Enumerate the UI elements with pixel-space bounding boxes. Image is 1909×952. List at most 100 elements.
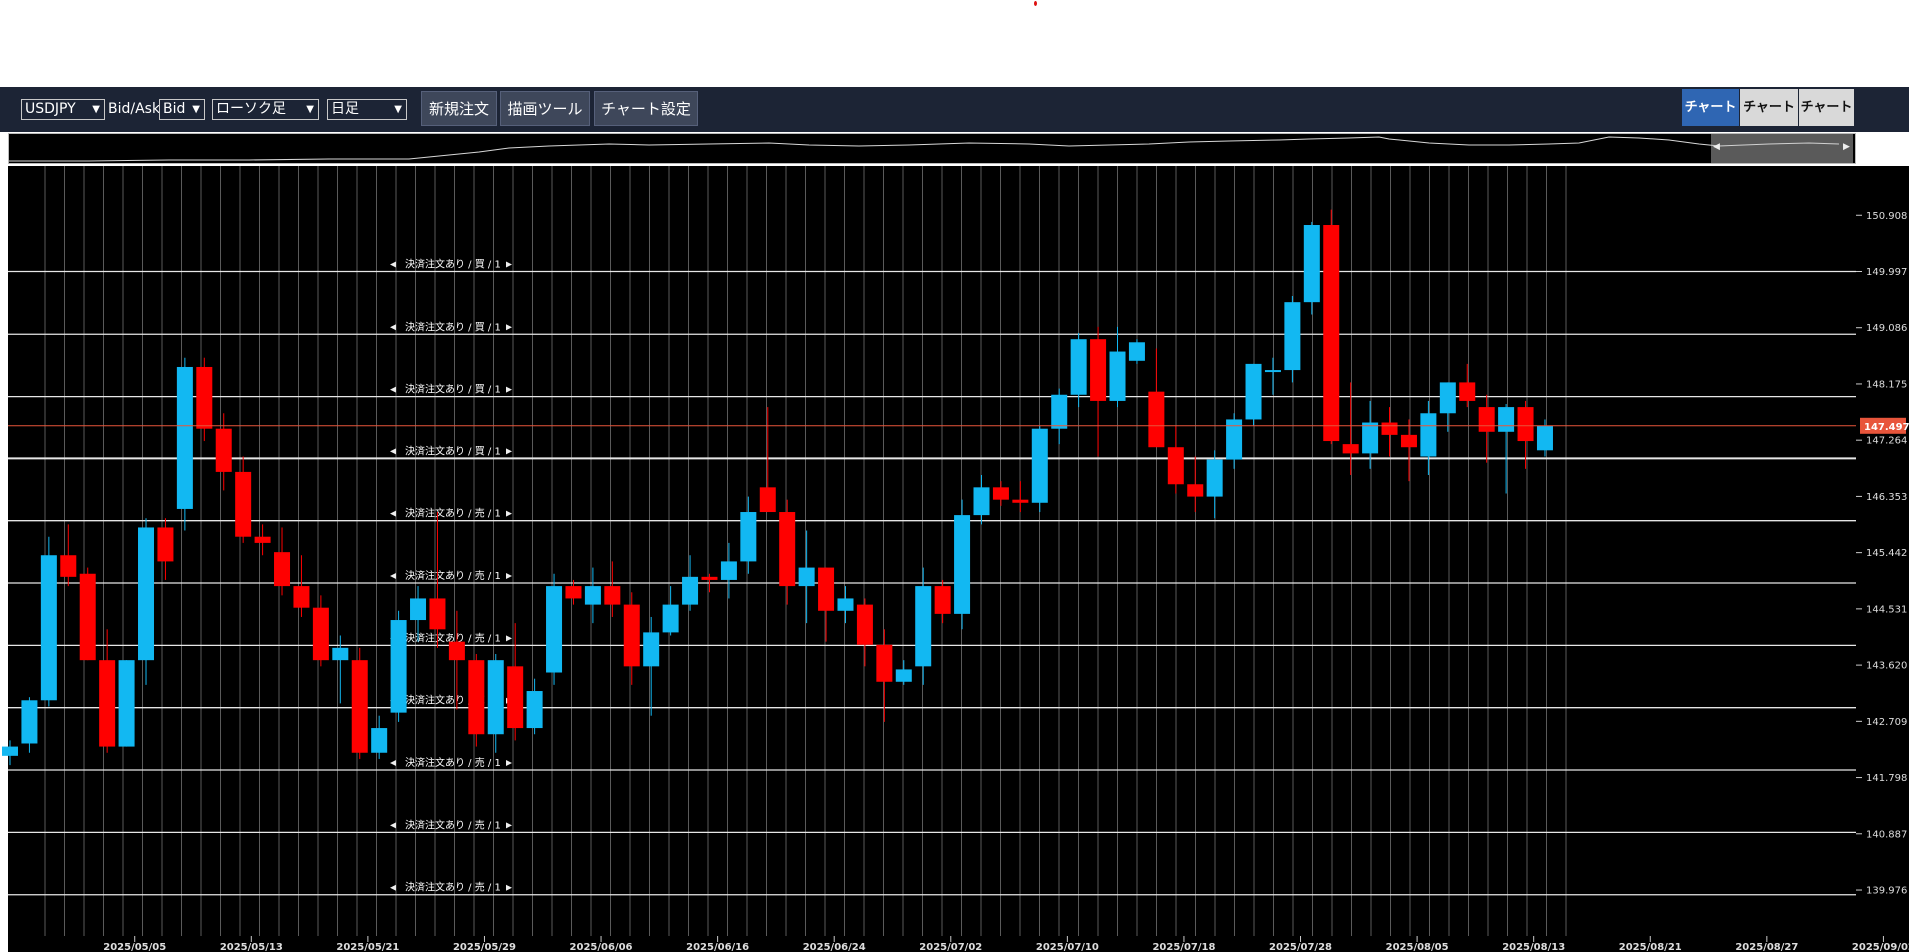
candle-up[interactable] [895, 669, 912, 682]
candle-up[interactable] [915, 586, 932, 667]
candle-down[interactable] [79, 573, 96, 661]
candle-down[interactable] [1187, 484, 1204, 497]
candle-down[interactable] [157, 527, 174, 562]
candle-up[interactable] [138, 527, 155, 661]
candle-up[interactable] [1362, 422, 1379, 454]
candle-down[interactable] [934, 586, 951, 614]
candle-down[interactable] [1323, 225, 1340, 442]
candle-up[interactable] [1284, 302, 1301, 371]
candle-up[interactable] [2, 746, 18, 756]
candle-down[interactable] [196, 366, 213, 429]
candle-down[interactable] [468, 660, 485, 735]
candle-down[interactable] [274, 552, 291, 587]
drawing-tools-button[interactable]: 描画ツール [500, 91, 590, 126]
price-tick-label: 147.264 [1866, 436, 1907, 447]
candle-up[interactable] [662, 604, 679, 633]
candle-up[interactable] [837, 598, 854, 611]
candle-down[interactable] [992, 487, 1009, 500]
tab-chart2[interactable]: チャート2 [1740, 89, 1798, 152]
candle-up[interactable] [40, 555, 57, 701]
candle-up[interactable] [720, 561, 737, 580]
candle-up[interactable] [1420, 413, 1437, 457]
candle-down[interactable] [254, 536, 271, 543]
candle-up[interactable] [1051, 394, 1068, 429]
bidask-select[interactable]: Bid ▼ [159, 99, 205, 120]
candle-down[interactable] [1478, 407, 1495, 432]
candle-down[interactable] [215, 428, 232, 472]
overview-navigator[interactable]: ◀ ▶ [8, 133, 1856, 164]
candle-up[interactable] [176, 366, 193, 509]
timeframe-select[interactable]: 日足 ▼ [327, 99, 407, 120]
candle-up[interactable] [1070, 339, 1087, 395]
candle-up[interactable] [584, 586, 601, 605]
candle-down[interactable] [60, 555, 77, 577]
chart-type-select[interactable]: ローソク足 ▼ [212, 99, 319, 120]
candle-up[interactable] [1439, 382, 1456, 414]
candle-up[interactable] [526, 691, 543, 729]
candle-down[interactable] [1167, 447, 1184, 485]
candle-down[interactable] [818, 567, 835, 611]
candle-down[interactable] [1459, 382, 1476, 401]
candle-down[interactable] [429, 598, 446, 630]
candle-down[interactable] [1342, 444, 1359, 454]
current-price-label: 147.497 [1864, 422, 1909, 433]
chart-settings-button[interactable]: チャート設定 [594, 91, 698, 126]
candle-up[interactable] [390, 620, 407, 713]
overview-left-arrow-icon[interactable]: ◀ [1713, 142, 1720, 152]
candle-up[interactable] [487, 660, 504, 735]
candle-down[interactable] [312, 607, 329, 661]
candle-up[interactable] [740, 512, 757, 562]
overview-range-handle[interactable] [1711, 134, 1853, 163]
candle-up[interactable] [682, 576, 699, 605]
new-order-button[interactable]: 新規注文 [421, 91, 497, 126]
candle-up[interactable] [1109, 351, 1126, 401]
candle-up[interactable] [798, 567, 815, 587]
candle-up[interactable] [371, 728, 388, 753]
candle-down[interactable] [351, 660, 368, 753]
candle-up[interactable] [118, 660, 135, 747]
overview-right-arrow-icon[interactable]: ▶ [1843, 142, 1850, 152]
candle-up[interactable] [1498, 407, 1515, 432]
candle-down[interactable] [1090, 339, 1107, 401]
candle-down[interactable] [235, 471, 252, 537]
order-line-label: 決済注文あり / 売 / 1 [405, 756, 501, 769]
order-line-label: 決済注文あり / 買 / 1 [405, 444, 501, 457]
candle-down[interactable] [604, 586, 621, 605]
date-tick-label: 2025/05/21 [336, 942, 399, 952]
candle-up[interactable] [1303, 225, 1320, 303]
candle-down[interactable] [448, 641, 465, 661]
candle-down[interactable] [99, 660, 116, 747]
candle-down[interactable] [565, 586, 582, 599]
candle-up[interactable] [332, 647, 349, 661]
candle-down[interactable] [779, 512, 796, 587]
candle-down[interactable] [1012, 499, 1029, 503]
candle-down[interactable] [701, 576, 718, 580]
candle-down[interactable] [1381, 422, 1398, 435]
candle-up[interactable] [1245, 363, 1262, 420]
candle-up[interactable] [410, 598, 427, 621]
candle-down[interactable] [759, 487, 776, 513]
candle-down[interactable] [1148, 391, 1165, 448]
symbol-select[interactable]: USDJPY ▼ [21, 99, 105, 120]
candle-up[interactable] [546, 586, 563, 673]
candle-up[interactable] [1206, 459, 1223, 497]
candle-up[interactable] [1128, 342, 1145, 361]
candle-down[interactable] [1517, 407, 1534, 442]
candle-up[interactable] [21, 700, 38, 744]
candle-up[interactable] [643, 632, 660, 667]
candle-down[interactable] [623, 604, 640, 667]
candle-down[interactable] [1400, 434, 1417, 448]
candle-down[interactable] [293, 586, 310, 608]
candle-down[interactable] [876, 644, 893, 682]
candle-up[interactable] [1031, 428, 1048, 503]
tab-chart3[interactable]: チャート3 [1799, 89, 1854, 152]
candle-up[interactable] [1264, 370, 1281, 373]
candle-up[interactable] [973, 487, 990, 516]
candle-up[interactable] [954, 515, 971, 614]
chart-type-select-value: ローソク足 [216, 101, 286, 117]
candle-up[interactable] [1536, 425, 1553, 451]
tab-chart1[interactable]: チャート1 [1682, 89, 1739, 152]
candle-down[interactable] [507, 666, 524, 729]
candlestick-chart[interactable]: 決済注文あり / 買 / 1 決済注文あり / 買 / 1 決済注文あり / 買 /… [0, 166, 1909, 952]
candle-down[interactable] [856, 604, 873, 645]
